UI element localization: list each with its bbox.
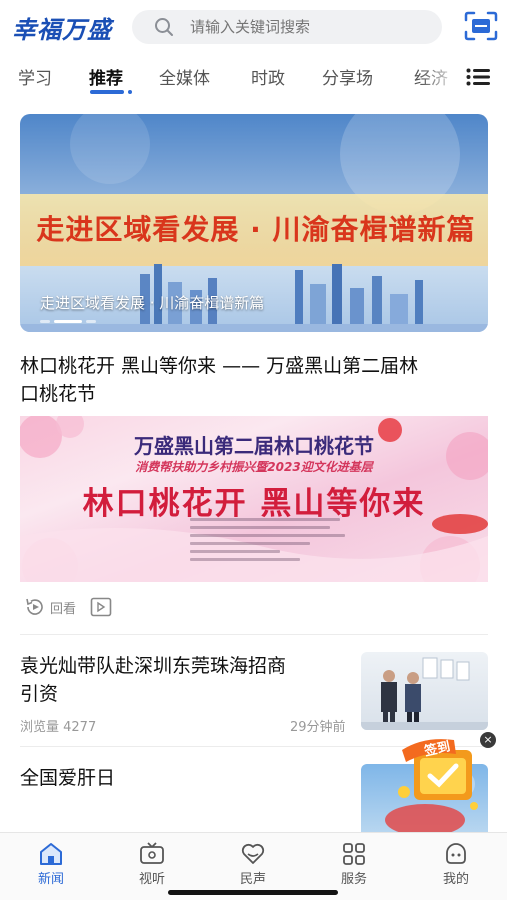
banner-caption: 走进区域看发展 · 川渝奋楫谱新篇 [40, 294, 265, 312]
article-poster-image[interactable]: 万盛黑山第二届林口桃花节 消费帮扶助力乡村振兴暨2023迎文化进基层 林口桃花开… [20, 416, 488, 582]
app-header: 幸福万盛 [0, 0, 507, 52]
article-title-2-line1: 袁光灿带队赴深圳东莞珠海招商 [20, 655, 287, 677]
article-title-3[interactable]: 全国爱肝日 [20, 764, 350, 792]
tab-share[interactable]: 分享场 [322, 64, 373, 89]
close-float-icon[interactable]: × [480, 732, 496, 748]
nav-profile[interactable]: 我的 [416, 833, 496, 900]
scan-icon[interactable] [464, 11, 498, 41]
active-tab-indicator [90, 90, 132, 94]
article-1-meta: 回看 [24, 596, 112, 618]
search-bar[interactable] [132, 10, 442, 44]
article-title-1-line1: 林口桃花开 黑山等你来 —— 万盛黑山第二届林 [20, 355, 419, 377]
nav-label: 我的 [442, 872, 469, 887]
carousel-dot[interactable] [40, 320, 50, 323]
article-title-2[interactable]: 袁光灿带队赴深圳东莞珠海招商 引资 [20, 652, 350, 708]
search-input[interactable] [190, 10, 430, 44]
nav-news[interactable]: 新闻 [11, 833, 91, 900]
nav-label: 视听 [138, 872, 165, 887]
search-icon [155, 18, 173, 36]
nav-label: 服务 [340, 872, 367, 887]
poster-title: 万盛黑山第二届林口桃花节 [134, 434, 374, 458]
banner-headline: 走进区域看发展 · 川渝奋楫谱新篇 [36, 213, 476, 246]
heart-icon [241, 843, 265, 864]
exhibition-photo-art [361, 657, 488, 730]
nav-label: 民声 [239, 872, 266, 887]
replay-icon[interactable] [24, 596, 46, 618]
carousel-dot[interactable] [86, 320, 96, 323]
tab-study[interactable]: 学习 [18, 64, 52, 89]
profile-icon [446, 843, 466, 864]
video-icon[interactable] [90, 597, 112, 617]
home-indicator [168, 890, 338, 895]
channel-menu-icon[interactable] [466, 68, 490, 86]
article-title-1-line2: 口桃花节 [20, 383, 97, 405]
banner-carousel[interactable]: 走进区域看发展 · 川渝奋楫谱新篇 走进区域看发展 · 川渝奋楫谱新篇 [20, 114, 488, 332]
publish-time: 29分钟前 [290, 720, 346, 735]
carousel-dot-active[interactable] [54, 320, 82, 323]
channel-tabs: 学习 推荐 全媒体 时政 分享场 经济 [0, 56, 507, 96]
tab-all-media[interactable]: 全媒体 [159, 64, 210, 89]
nav-label: 新闻 [37, 872, 64, 887]
replay-label[interactable]: 回看 [50, 598, 76, 617]
article-thumbnail-2[interactable] [361, 652, 488, 730]
divider [20, 634, 488, 635]
tab-recommend[interactable]: 推荐 [89, 64, 123, 89]
home-icon [40, 843, 62, 865]
poster-slogan: 林口桃花开 黑山等你来 [82, 486, 426, 522]
tab-politics[interactable]: 时政 [251, 64, 285, 89]
poster-subtitle: 消费帮扶助力乡村振兴暨2023迎文化进基层 [135, 460, 373, 474]
tabs-fade [420, 56, 472, 96]
article-title-2-line2: 引资 [20, 683, 59, 705]
poster-fine-print [190, 518, 350, 574]
view-count: 浏览量 4277 [20, 720, 97, 735]
article-title-1[interactable]: 林口桃花开 黑山等你来 —— 万盛黑山第二届林 口桃花节 [20, 352, 488, 408]
tv-icon [140, 842, 164, 864]
app-logo[interactable]: 幸福万盛 [12, 10, 112, 45]
grid-icon [343, 843, 365, 865]
